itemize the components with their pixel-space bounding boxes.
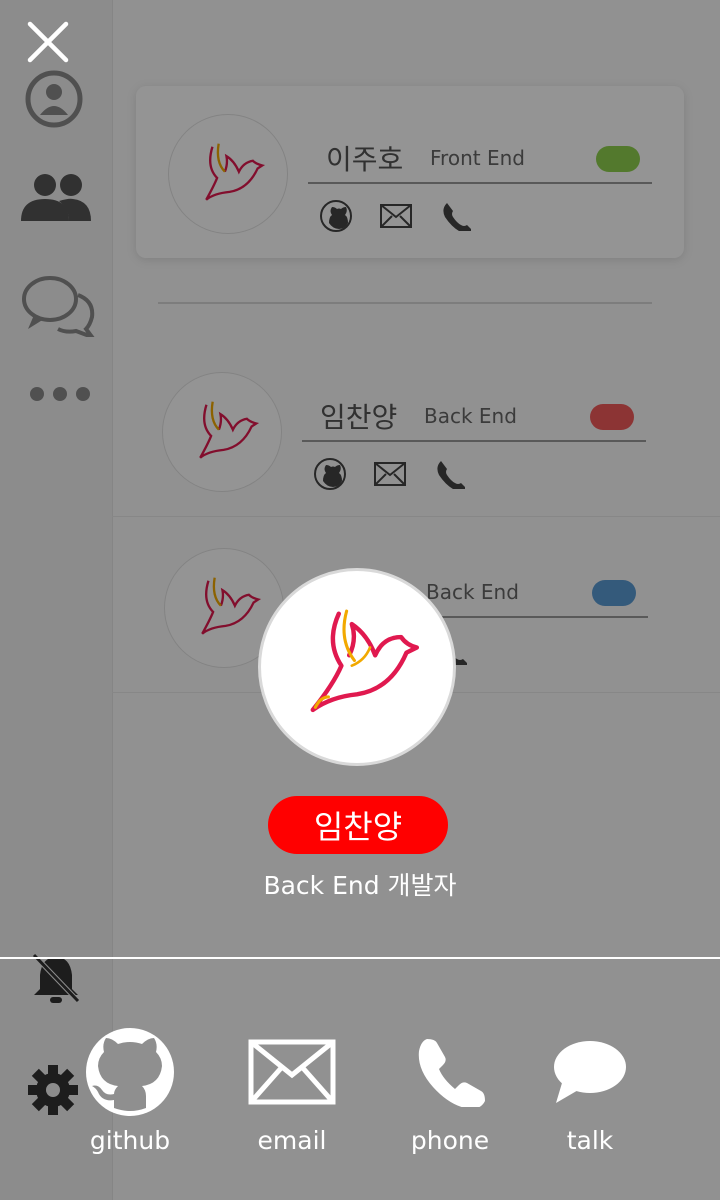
github-button[interactable]: github: [60, 1024, 200, 1164]
email-button[interactable]: email: [222, 1024, 362, 1164]
profile-modal-overlay: 임찬양 Back End 개발자 github email phone talk: [0, 0, 720, 1200]
phone-label: phone: [410, 1126, 490, 1155]
profile-subtitle: Back End 개발자: [263, 871, 457, 900]
profile-avatar: [258, 568, 456, 766]
profile-name-badge: 임찬양: [268, 796, 448, 854]
talk-button[interactable]: talk: [520, 1024, 660, 1164]
close-icon: [27, 21, 69, 63]
talk-label: talk: [566, 1126, 614, 1155]
talk-icon: [540, 1024, 640, 1120]
email-label: email: [257, 1126, 327, 1155]
bird-logo-icon: [310, 609, 420, 713]
github-label: github: [89, 1126, 171, 1155]
close-button[interactable]: [26, 20, 70, 64]
github-icon: [80, 1024, 180, 1120]
divider: [0, 957, 720, 959]
phone-icon: [400, 1024, 500, 1120]
phone-button[interactable]: phone: [380, 1024, 520, 1164]
email-icon: [242, 1024, 342, 1120]
